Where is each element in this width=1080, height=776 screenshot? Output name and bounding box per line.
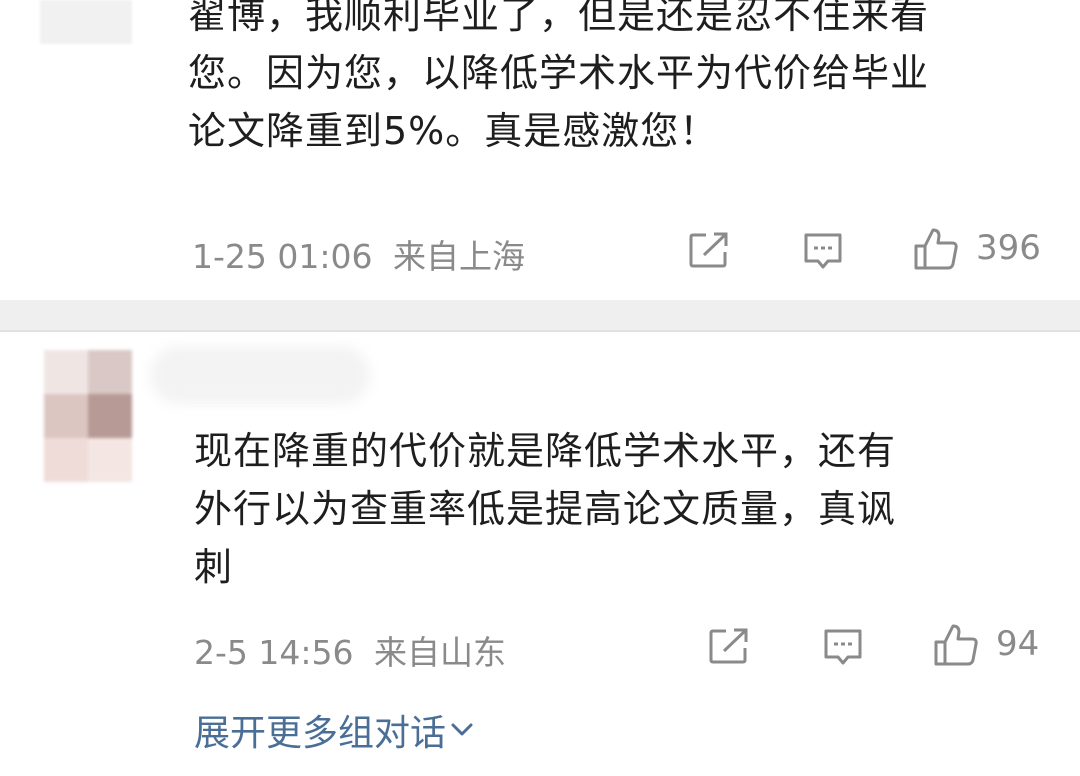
username[interactable] xyxy=(150,346,370,404)
like-button[interactable]: 94 xyxy=(932,620,1039,668)
avatar[interactable] xyxy=(40,0,132,44)
like-count: 396 xyxy=(976,228,1041,268)
comment-location: 来自山东 xyxy=(374,633,506,672)
share-icon[interactable] xyxy=(688,231,730,269)
share-icon[interactable] xyxy=(708,627,750,665)
like-button[interactable]: 396 xyxy=(912,224,1041,272)
chevron-down-icon xyxy=(450,722,474,738)
like-count: 94 xyxy=(996,624,1040,664)
avatar[interactable] xyxy=(44,350,132,482)
comment-text: 翟博，我顺利毕业了，但是还是忍不住来看 您。因为您，以降低学术水平为代价给毕业 … xyxy=(188,0,930,153)
thumbs-up-icon xyxy=(932,620,980,668)
comment-location: 来自上海 xyxy=(393,237,525,276)
comment-time: 2-5 14:56 xyxy=(194,633,354,672)
comment-meta: 1-25 01:06 来自上海 xyxy=(192,230,525,278)
comment-icon[interactable] xyxy=(802,231,844,271)
comment-text: 现在降重的代价就是降低学术水平，还有 外行以为查重率低是提高论文质量，真讽 刺 xyxy=(194,429,897,589)
thumbs-up-icon xyxy=(912,224,960,272)
expand-conversations-link[interactable]: 展开更多组对话 xyxy=(194,704,474,756)
comment-time: 1-25 01:06 xyxy=(192,237,373,276)
expand-label: 展开更多组对话 xyxy=(194,713,447,754)
comment-icon[interactable] xyxy=(822,627,864,667)
section-divider xyxy=(0,300,1080,332)
comment-meta: 2-5 14:56 来自山东 xyxy=(194,626,506,674)
